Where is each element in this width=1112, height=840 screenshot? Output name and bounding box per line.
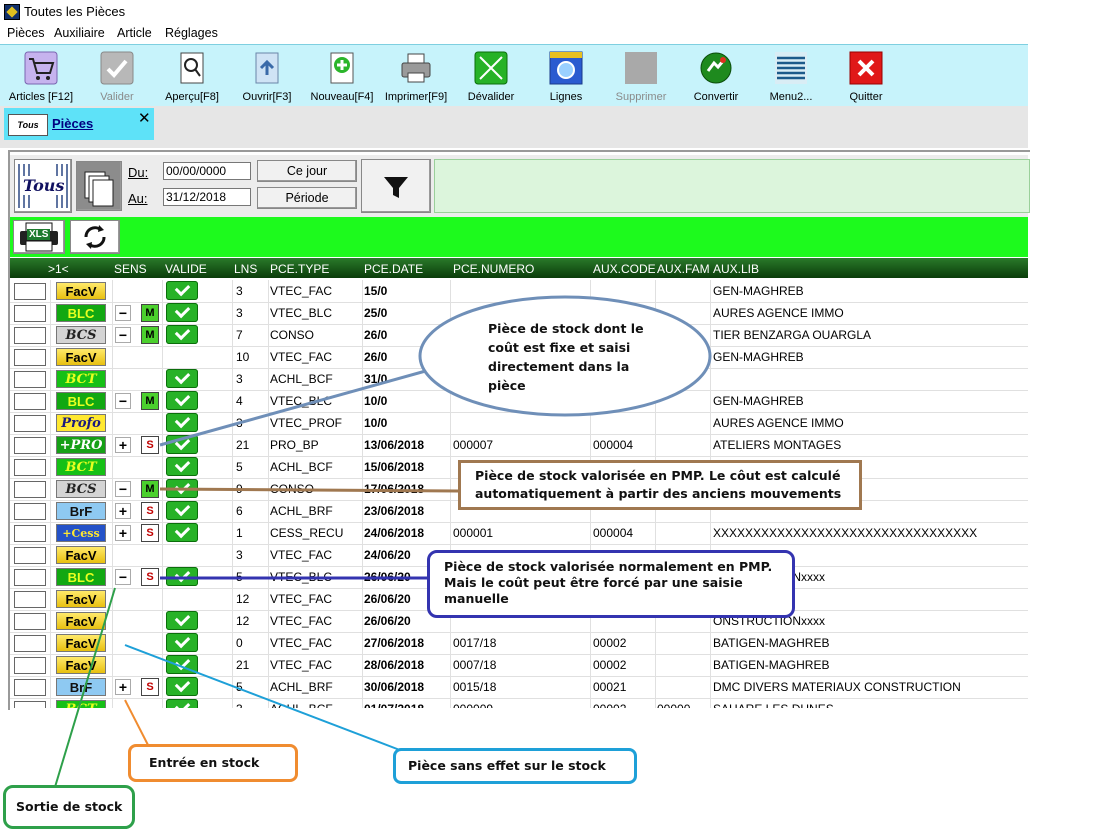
callout-fixed-cost: Pièce de stock dont le coût est fixe et … bbox=[488, 321, 644, 393]
connector-fixed-cost bbox=[159, 365, 441, 447]
callout-no-effect: Pièce sans effet sur le stock bbox=[393, 748, 637, 784]
callout-stock-out: Sortie de stock bbox=[3, 785, 135, 829]
annotation-overlay bbox=[54, 295, 712, 788]
connector-stock-in bbox=[124, 699, 149, 746]
callout-pmp-forced: Pièce de stock valorisée normalement en … bbox=[427, 550, 795, 618]
connector-no-effect bbox=[124, 644, 406, 753]
connector-pmp bbox=[159, 487, 459, 493]
callout-pmp: Pièce de stock valorisée en PMP. Le côut… bbox=[458, 460, 862, 510]
connector-stock-out bbox=[54, 587, 116, 788]
callout-stock-in: Entrée en stock bbox=[128, 744, 298, 782]
